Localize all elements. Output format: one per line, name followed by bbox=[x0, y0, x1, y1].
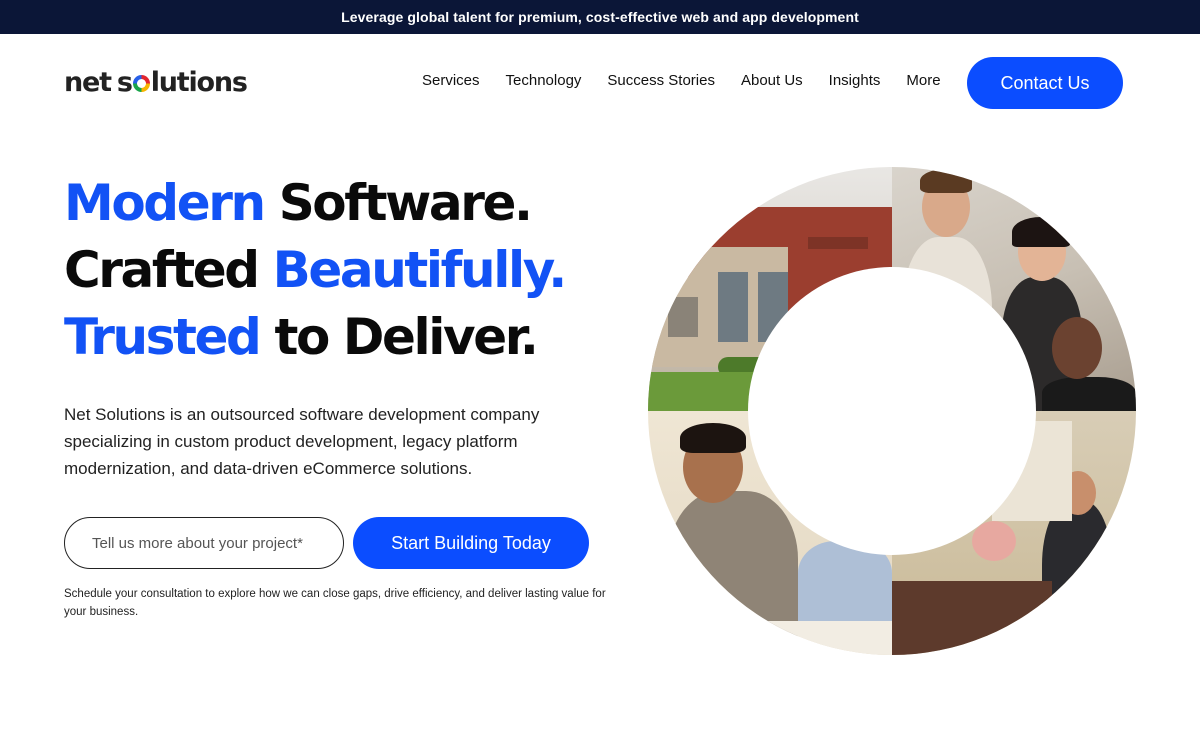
logo-colorful-o-icon bbox=[132, 75, 150, 92]
project-input[interactable] bbox=[64, 517, 344, 569]
main-nav: Services Technology Success Stories Abou… bbox=[422, 72, 941, 89]
logo-text-s: s bbox=[116, 67, 133, 98]
headline-line-1: Modern Software. bbox=[64, 170, 565, 237]
headline-line-2: Crafted Beautifully. bbox=[64, 237, 568, 304]
hero-description: Net Solutions is an outsourced software … bbox=[64, 405, 540, 478]
headline-word-beautifully: Beautifully. bbox=[272, 241, 568, 299]
headline-word-software: Software. bbox=[278, 174, 533, 232]
hero-image-ring bbox=[648, 167, 1136, 655]
nav-item-technology[interactable]: Technology bbox=[506, 72, 582, 89]
logo-text-lutions: lutions bbox=[150, 67, 248, 98]
ring-center bbox=[748, 267, 1036, 555]
headline-word-crafted: Crafted bbox=[64, 241, 260, 299]
consultation-note: Schedule your consultation to explore ho… bbox=[64, 588, 606, 618]
site-header: net s lutions Services Technology Success … bbox=[0, 34, 1200, 132]
headline-line-3: Trusted to Deliver. bbox=[64, 304, 565, 371]
hero-headline: Modern Software. Crafted Beautifully. Tr… bbox=[64, 170, 568, 371]
headline-word-trusted: Trusted bbox=[64, 308, 262, 366]
contact-us-button[interactable]: Contact Us bbox=[967, 57, 1123, 109]
start-building-button[interactable]: Start Building Today bbox=[353, 517, 589, 569]
announcement-text: Leverage global talent for premium, cost… bbox=[341, 9, 859, 25]
nav-item-about-us[interactable]: About Us bbox=[741, 72, 803, 89]
net-solutions-logo[interactable]: net s lutions bbox=[64, 67, 248, 98]
headline-word-modern: Modern bbox=[64, 174, 266, 232]
nav-item-success-stories[interactable]: Success Stories bbox=[607, 72, 715, 89]
nav-item-more[interactable]: More bbox=[906, 72, 940, 89]
nav-item-insights[interactable]: Insights bbox=[829, 72, 881, 89]
announcement-bar: Leverage global talent for premium, cost… bbox=[0, 0, 1200, 34]
logo-text-net: net bbox=[64, 67, 112, 98]
headline-word-to-deliver: to Deliver. bbox=[274, 308, 538, 366]
nav-item-services[interactable]: Services bbox=[422, 72, 480, 89]
